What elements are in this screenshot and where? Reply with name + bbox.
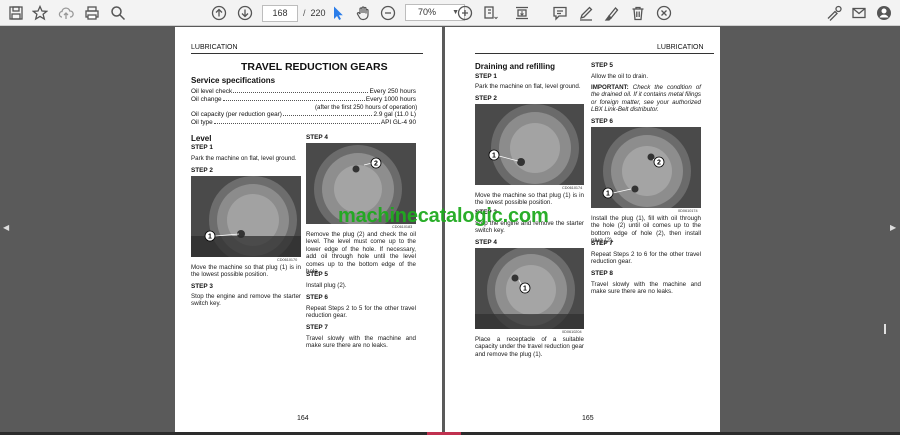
sign-icon[interactable] — [824, 3, 844, 23]
callout-1: 1 — [208, 234, 212, 241]
draw-pen-icon[interactable] — [576, 3, 596, 23]
step-text: Travel slowly with the machine and make … — [591, 281, 701, 296]
page-165: LUBRICATION Draining and refilling STEP … — [445, 27, 720, 435]
image-caption: 0D0610204 — [562, 330, 582, 334]
step-label: STEP 1 — [191, 144, 213, 151]
step-label: STEP 6 — [591, 118, 613, 125]
step-label: STEP 5 — [591, 62, 613, 69]
right-arrow-icon[interactable]: ▶ — [890, 223, 896, 232]
callout-1: 1 — [492, 153, 496, 160]
comment-icon[interactable] — [550, 3, 570, 23]
scroll-mode-icon[interactable] — [512, 3, 532, 23]
step-label: STEP 8 — [591, 270, 613, 277]
step-label: STEP 4 — [306, 134, 328, 141]
hand-tool-icon[interactable] — [353, 3, 373, 23]
image-caption: 0D0610174 — [678, 209, 698, 213]
zoom-out-icon[interactable] — [378, 3, 398, 23]
scrollbar-thumb[interactable] — [884, 324, 886, 334]
step-text: Place a receptacle of a suitable capacit… — [475, 336, 584, 358]
zoom-value: 70% — [418, 7, 437, 17]
header-rule — [191, 53, 423, 54]
image-caption: CD0610174 — [562, 186, 583, 190]
select-cursor-icon[interactable] — [328, 3, 348, 23]
spec-row: Oil level check Every 250 hours — [191, 88, 416, 95]
page-navigator: 168 / 220 — [262, 4, 326, 22]
page-header: LUBRICATION — [191, 44, 238, 51]
callout-2: 2 — [657, 160, 661, 167]
step-text: Stop the engine and remove the starter s… — [191, 293, 301, 308]
bookmark-star-icon[interactable] — [30, 3, 50, 23]
gear-photo: 1 — [475, 104, 584, 185]
account-icon[interactable] — [874, 3, 894, 23]
section-heading: Service specifications — [191, 76, 276, 85]
callout-1: 1 — [523, 286, 527, 293]
pdf-toolbar: 168 / 220 70% ▼ — [0, 0, 900, 26]
important-label: IMPORTANT: — [591, 84, 629, 91]
highlight-icon[interactable] — [602, 3, 622, 23]
page-fit-icon[interactable] — [480, 3, 500, 23]
step-label: STEP 4 — [475, 239, 497, 246]
spec-note: (after the first 250 hours of operation) — [315, 104, 418, 111]
page-title: TRAVEL REDUCTION GEARS — [241, 61, 388, 73]
step-label: STEP 5 — [306, 271, 328, 278]
document-viewer[interactable]: ◀ ▶ LUBRICATION TRAVEL REDUCTION GEARS S… — [0, 27, 900, 435]
level-heading: Level — [191, 134, 212, 143]
step-label: STEP 2 — [475, 95, 497, 102]
page-number-input[interactable]: 168 — [262, 4, 298, 22]
spec-row: Oil capacity (per reduction gear) 2.9 gal… — [191, 111, 416, 118]
callout-1: 1 — [606, 191, 610, 198]
step-label: STEP 7 — [591, 240, 613, 247]
important-note: IMPORTANT: Check the condition of the dr… — [591, 84, 701, 114]
print-icon[interactable] — [82, 3, 102, 23]
step-text: Travel slowly with the machine and make … — [306, 335, 416, 350]
step-text: Move the machine so that plug (1) is in … — [191, 264, 301, 279]
header-rule — [475, 53, 714, 54]
spec-row: Oil type API GL-4 90 — [191, 119, 416, 126]
callout-2: 2 — [374, 161, 378, 168]
page-number: 164 — [297, 415, 309, 422]
previous-page-icon[interactable] — [209, 3, 229, 23]
step-text: Park the machine on flat, level ground. — [191, 155, 297, 162]
zoom-in-icon[interactable] — [455, 3, 475, 23]
step-text: Repeat Steps 2 to 6 for the other travel… — [591, 251, 701, 266]
step-label: STEP 1 — [475, 73, 497, 80]
gear-photo: 1 — [475, 248, 584, 329]
step-label: STEP 7 — [306, 324, 328, 331]
section-heading: Draining and refilling — [475, 62, 556, 71]
spec-row: Oil change Every 1000 hours — [191, 96, 416, 103]
page-number: 165 — [582, 415, 594, 422]
image-caption: CD0610170 — [277, 258, 298, 262]
step-text: Remove the plug (2) and check the oil le… — [306, 231, 416, 276]
step-label: STEP 6 — [306, 294, 328, 301]
page-164: LUBRICATION TRAVEL REDUCTION GEARS Servi… — [175, 27, 442, 435]
search-icon[interactable] — [108, 3, 128, 23]
step-text: Allow the oil to drain. — [591, 73, 649, 80]
close-circle-icon[interactable] — [654, 3, 674, 23]
upload-cloud-icon[interactable] — [56, 3, 76, 23]
left-arrow-icon[interactable]: ◀ — [3, 223, 9, 232]
gear-photo: 1 — [191, 176, 301, 257]
watermark-text: machinecatalogic.com — [338, 205, 549, 227]
step-label: STEP 3 — [191, 283, 213, 290]
step-text: Repeat Steps 2 to 5 for the other travel… — [306, 305, 416, 320]
step-label: STEP 2 — [191, 167, 213, 174]
page-total: 220 — [310, 8, 326, 18]
trash-icon[interactable] — [628, 3, 648, 23]
save-icon[interactable] — [6, 3, 26, 23]
step-text: Park the machine on flat, level ground. — [475, 83, 581, 90]
step-text: Install plug (2). — [306, 282, 347, 289]
page-separator: / — [303, 8, 306, 18]
gear-photo: 2 1 — [591, 127, 701, 208]
page-header: LUBRICATION — [657, 44, 704, 51]
next-page-icon[interactable] — [235, 3, 255, 23]
email-icon[interactable] — [849, 3, 869, 23]
